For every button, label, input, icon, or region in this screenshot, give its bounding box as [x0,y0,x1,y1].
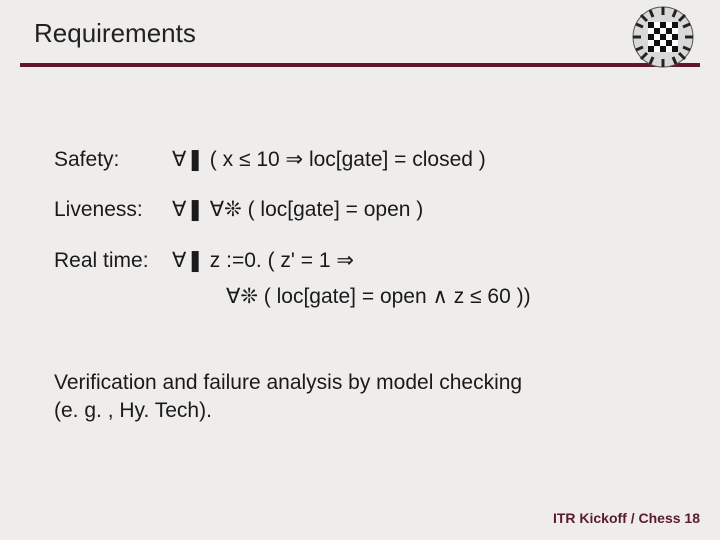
realtime-expression-line1: ∀❚ z :=0. ( z' = 1 ⇒ [172,246,666,276]
chess-logo-icon [632,6,694,68]
realtime-row: Real time: ∀❚ z :=0. ( z' = 1 ⇒ [54,246,666,276]
liveness-expression: ∀❚ ∀❊ ( loc[gate] = open ) [172,195,666,225]
verification-line2: (e. g. , Hy. Tech). [54,397,666,425]
liveness-label: Liveness: [54,195,172,225]
slide-footer: ITR Kickoff / Chess 18 [553,510,700,526]
verification-text: Verification and failure analysis by mod… [54,369,666,426]
slide-title: Requirements [34,18,686,49]
verification-line1: Verification and failure analysis by mod… [54,369,666,397]
realtime-label: Real time: [54,246,172,276]
slide-body: Safety: ∀❚ ( x ≤ 10 ⇒ loc[gate] = closed… [0,67,720,425]
safety-row: Safety: ∀❚ ( x ≤ 10 ⇒ loc[gate] = closed… [54,145,666,175]
realtime-expression-line2: ∀❊ ( loc[gate] = open ∧ z ≤ 60 )) [54,282,666,312]
liveness-row: Liveness: ∀❚ ∀❊ ( loc[gate] = open ) [54,195,666,225]
slide-header: Requirements [0,0,720,57]
safety-expression: ∀❚ ( x ≤ 10 ⇒ loc[gate] = closed ) [172,145,666,175]
safety-label: Safety: [54,145,172,175]
